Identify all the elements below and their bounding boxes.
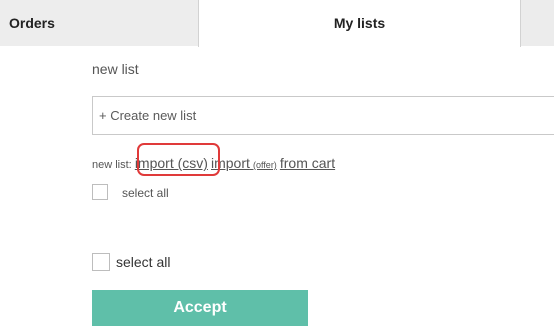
new-list-prefix: new list: <box>92 159 132 171</box>
import-offer-link[interactable]: import (offer) <box>211 155 277 171</box>
import-offer-label: import <box>211 155 250 171</box>
accept-button[interactable]: Accept <box>92 290 308 326</box>
select-all-checkbox-top[interactable] <box>92 184 108 200</box>
select-all-label-bottom: select all <box>116 254 171 270</box>
from-cart-link[interactable]: from cart <box>280 155 335 171</box>
import-offer-suffix: (offer) <box>252 160 277 170</box>
tab-my-lists[interactable]: My lists <box>198 0 521 47</box>
select-all-label-top: select all <box>122 186 169 200</box>
tab-orders[interactable]: Orders <box>0 0 198 46</box>
list-actions: new list: import (csv) import (offer) fr… <box>92 155 335 171</box>
tab-bar: Orders My lists <box>0 0 554 47</box>
tab-next[interactable] <box>521 0 554 46</box>
create-new-list-input[interactable] <box>92 96 554 135</box>
import-csv-link[interactable]: import (csv) <box>135 155 208 171</box>
select-all-checkbox-bottom[interactable] <box>92 253 110 271</box>
section-title: new list <box>92 61 139 77</box>
